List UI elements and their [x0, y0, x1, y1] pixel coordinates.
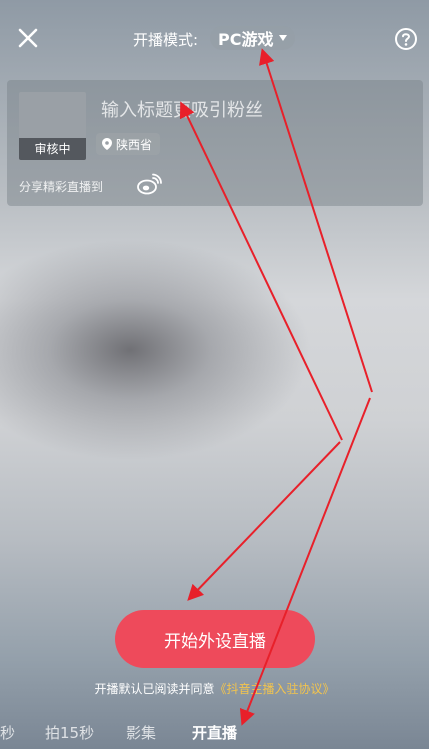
agreement-text: 开播默认已阅读并同意《抖音主播入驻协议》 — [0, 680, 429, 697]
mode-label: 开播模式: — [133, 31, 199, 49]
agreement-prefix: 开播默认已阅读并同意 — [94, 682, 215, 696]
tab-live[interactable]: 开直播 — [192, 722, 237, 743]
cover-status-badge: 审核中 — [19, 138, 86, 160]
agreement-link[interactable]: 《抖音主播入驻协议》 — [215, 682, 335, 696]
close-icon[interactable] — [16, 26, 40, 50]
tab-15s[interactable]: 拍15秒 — [45, 722, 94, 743]
location-text: 陕西省 — [116, 137, 153, 152]
start-stream-button[interactable]: 开始外设直播 — [115, 610, 315, 668]
mode-dropdown[interactable]: PC游戏 — [210, 26, 296, 50]
title-input[interactable] — [99, 96, 403, 124]
mode-value: PC游戏 — [218, 30, 274, 49]
help-icon[interactable] — [394, 27, 418, 51]
annotation-arrow — [239, 397, 371, 726]
tab-seconds[interactable]: 秒 — [0, 722, 15, 743]
location-chip[interactable]: 陕西省 — [96, 133, 161, 155]
cover-image[interactable]: 审核中 — [19, 92, 86, 160]
weibo-icon[interactable] — [136, 173, 162, 195]
top-bar: 开播模式: PC游戏 — [0, 0, 429, 78]
stream-info-card: 审核中 陕西省 分享精彩直播到 — [7, 80, 423, 206]
location-pin-icon — [102, 138, 112, 150]
share-label: 分享精彩直播到 — [19, 180, 104, 194]
caret-down-icon — [279, 35, 288, 41]
bottom-tabs: 秒 拍15秒 影集 开直播 — [0, 718, 429, 749]
tab-album[interactable]: 影集 — [126, 722, 156, 743]
annotation-arrow — [187, 441, 341, 601]
